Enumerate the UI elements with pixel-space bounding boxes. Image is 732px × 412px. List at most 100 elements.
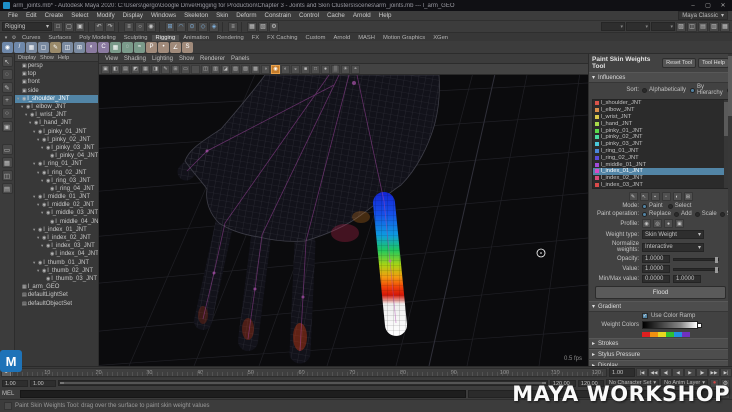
shelf-menu-icon[interactable]: ▾ <box>2 34 10 41</box>
max-value-field[interactable]: 1.0000 <box>673 275 701 283</box>
outliner-item[interactable]: ▾ ◉ l_pinky_03_JNT <box>15 144 98 152</box>
close-button[interactable]: ✕ <box>717 2 729 9</box>
outliner-item[interactable]: ▾ ◉ l_pinky_02_JNT <box>15 136 98 144</box>
outliner-item[interactable]: ▾ ◉ l_wrist_JNT <box>15 111 98 119</box>
select-hierarchy-icon[interactable]: ≡ <box>124 21 134 32</box>
xray-joints-icon[interactable]: ◉ <box>271 64 280 74</box>
outliner-item[interactable]: ▤ defaultObjectSet <box>15 299 98 307</box>
open-scene-icon[interactable]: ▢ <box>64 21 74 32</box>
collapsed-section-header[interactable]: ▸ Strokes <box>589 338 732 349</box>
exposure-icon[interactable]: ◐ <box>281 64 290 74</box>
statusline-divider[interactable] <box>159 21 162 32</box>
outliner-menu-item[interactable]: Help <box>58 55 69 61</box>
radio-icon[interactable] <box>674 211 680 217</box>
step-forward-frame-button[interactable]: ▶▶ <box>708 368 720 377</box>
outliner-menu-item[interactable]: Show <box>40 55 54 61</box>
menu-item[interactable]: Display <box>119 12 147 19</box>
shelf-blend-shape-icon[interactable]: ◐ <box>86 41 97 53</box>
command-language-toggle[interactable]: MEL <box>2 391 18 397</box>
select-object-icon[interactable]: ○ <box>135 21 145 32</box>
outliner-item[interactable]: ▣ persp <box>15 62 98 70</box>
paint-operation-option[interactable]: Replace <box>642 211 671 217</box>
gate-mask-icon[interactable]: ◫ <box>201 64 210 74</box>
tool-panel-scrollbar[interactable] <box>728 54 732 366</box>
radio-icon[interactable] <box>642 87 647 93</box>
command-input[interactable] <box>20 389 466 398</box>
window-titlebar[interactable]: arm_joints.mb* - Autodesk Maya 2020: C:\… <box>0 0 732 11</box>
shadows-icon[interactable]: ◓ <box>351 64 360 74</box>
influence-row[interactable]: l_shoulder_JNT <box>593 100 728 107</box>
layout-single-pane-icon[interactable]: ▭ <box>1 144 13 155</box>
outliner-item[interactable]: ▾ ◉ l_ring_01_JNT <box>15 160 98 168</box>
outliner-item[interactable]: ▾ ◉ l_thumb_01_JNT <box>15 259 98 267</box>
statusline-divider[interactable] <box>241 21 244 32</box>
influence-row[interactable]: l_pinky_02_JNT <box>593 134 728 141</box>
collapsed-section-header[interactable]: ▸ Stylus Pressure <box>589 349 732 360</box>
weight-color-ramp[interactable] <box>642 321 698 329</box>
workspace-selector[interactable]: Maya Classic ▾ <box>678 11 728 20</box>
gradient-section-header[interactable]: ▾ Gradient <box>589 301 732 312</box>
make-live-icon[interactable]: ◈ <box>209 21 219 32</box>
go-to-end-button[interactable]: ▶| <box>720 368 732 377</box>
paint-select-tool-icon[interactable]: ✎ <box>1 82 13 93</box>
shelf-mirror-skin-weights-icon[interactable]: ◫ <box>62 41 73 53</box>
value-slider[interactable] <box>673 266 719 273</box>
ramp-preset-swatch[interactable] <box>674 331 682 337</box>
select-mask-component-field[interactable]: ▾ <box>651 22 675 31</box>
play-backward-button[interactable]: ◀ <box>672 368 684 377</box>
modeling-toolkit-toggle-icon[interactable]: ▨ <box>676 21 686 32</box>
xray-icon[interactable]: ◑ <box>261 64 270 74</box>
select-mode-icon[interactable]: ↖ <box>639 192 649 201</box>
render-icon[interactable]: ▦ <box>247 21 257 32</box>
render-settings-icon[interactable]: ⚙ <box>269 21 279 32</box>
ramp-preset-swatch[interactable] <box>682 331 690 337</box>
save-scene-icon[interactable]: ▣ <box>75 21 85 32</box>
select-mask-object-field[interactable]: ▾ <box>626 22 650 31</box>
opacity-field[interactable]: 1.0000 <box>642 255 670 263</box>
unlock-influence-icon[interactable]: ▫ <box>661 192 671 201</box>
time-slider-track[interactable]: 1 10 20 30 40 50 60 70 80 90 100 110 120 <box>1 368 607 377</box>
viewport-menu-item[interactable]: Show <box>176 56 197 62</box>
viewport-renderer-icon[interactable]: ■ <box>301 64 310 74</box>
outliner-item[interactable]: ▾ ◉ l_ring_03_JNT <box>15 177 98 185</box>
menu-set-selector[interactable]: Rigging ▾ <box>2 22 52 31</box>
select-mask-hierarchy-field[interactable]: ▾ <box>601 22 625 31</box>
2d-pan-zoom-icon[interactable]: ◨ <box>151 64 160 74</box>
menu-item[interactable]: Control <box>295 12 323 19</box>
outliner-item[interactable]: ▾ ◉ l_hand_JNT <box>15 119 98 127</box>
snap-to-grid-icon[interactable]: ⊞ <box>165 21 175 32</box>
influence-row[interactable]: l_elbow_JNT <box>593 107 728 114</box>
camera-attributes-icon[interactable]: ▤ <box>121 64 130 74</box>
snap-to-plane-icon[interactable]: ◇ <box>198 21 208 32</box>
shelf-delta-mush-icon[interactable]: ≈ <box>134 41 145 53</box>
menu-item[interactable]: Create <box>41 12 68 19</box>
shelf-ik-handle-icon[interactable]: / <box>14 41 25 53</box>
paint-mode-icon[interactable]: ✎ <box>628 192 638 201</box>
wireframe-icon[interactable]: □ <box>311 64 320 74</box>
step-back-key-button[interactable]: ◀| <box>660 368 672 377</box>
layout-persp-outliner-icon[interactable]: ◫ <box>1 170 13 181</box>
image-plane-icon[interactable]: ▦ <box>141 64 150 74</box>
influence-row[interactable]: l_index_01_JNT <box>593 167 728 175</box>
quick-help-icon[interactable] <box>4 402 12 410</box>
normalize-weights-dropdown[interactable]: Interactive ▾ <box>642 242 704 252</box>
menu-item[interactable]: File <box>4 12 22 19</box>
redo-icon[interactable]: ↷ <box>105 21 115 32</box>
minimize-button[interactable]: – <box>687 3 699 9</box>
outliner-item[interactable]: ◉ l_middle_04_JNT <box>15 218 98 226</box>
outliner-item[interactable]: ▣ top <box>15 70 98 78</box>
flood-button[interactable]: Flood <box>595 286 726 299</box>
influence-row[interactable]: l_pinky_03_JNT <box>593 141 728 148</box>
influence-row[interactable]: l_ring_02_JNT <box>593 154 728 161</box>
snap-to-point-icon[interactable]: ⊙ <box>187 21 197 32</box>
influence-row[interactable]: l_wrist_JNT <box>593 114 728 121</box>
ipr-render-icon[interactable]: ▧ <box>258 21 268 32</box>
radio-icon[interactable] <box>642 211 647 217</box>
radio-icon[interactable] <box>667 203 673 209</box>
outliner-item[interactable]: ▦ l_arm_GEO <box>15 283 98 291</box>
move-tool-icon[interactable]: + <box>1 95 13 106</box>
shelf-unbind-skin-icon[interactable]: ▢ <box>38 41 49 53</box>
lock-camera-icon[interactable]: ◧ <box>111 64 120 74</box>
smooth-shade-icon[interactable]: ● <box>321 64 330 74</box>
statusline-divider[interactable] <box>222 21 225 32</box>
